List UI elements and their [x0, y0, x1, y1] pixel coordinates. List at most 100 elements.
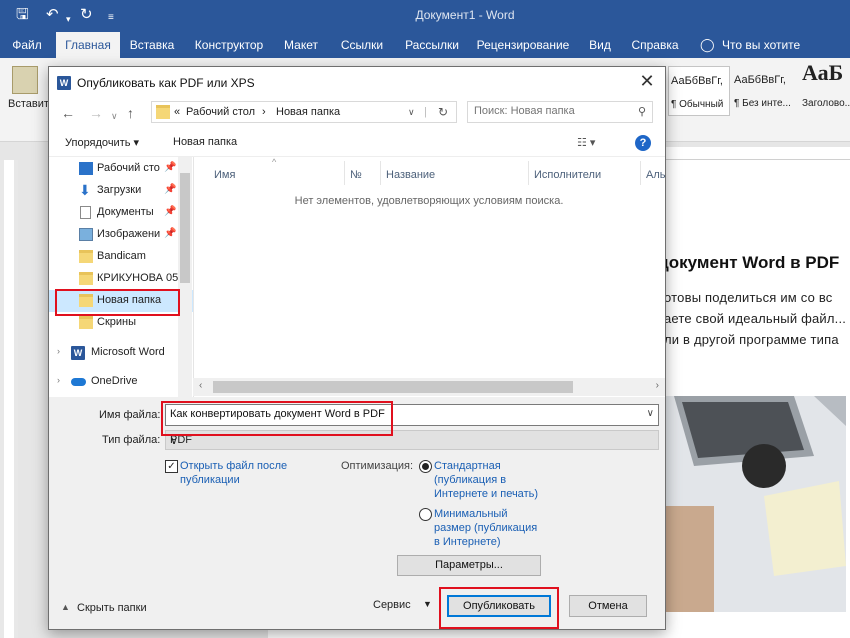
- tab-layout[interactable]: Макет: [278, 32, 324, 58]
- recent-dropdown-icon[interactable]: ∨: [111, 108, 118, 124]
- tools-button[interactable]: Сервис: [373, 599, 411, 611]
- tab-review[interactable]: Рецензирование: [474, 32, 572, 58]
- scrollbar-thumb[interactable]: [213, 381, 573, 393]
- expand-icon[interactable]: ›: [57, 375, 60, 385]
- chevron-up-icon[interactable]: ▲: [61, 602, 70, 612]
- search-box[interactable]: ⚲: [467, 101, 653, 123]
- optimize-standard-radio[interactable]: [419, 460, 432, 473]
- tab-references[interactable]: Ссылки: [334, 32, 390, 58]
- file-name-label: Имя файла:: [99, 409, 161, 421]
- open-after-publish-checkbox[interactable]: ✓: [165, 460, 178, 473]
- nav-item-label: Новая папка: [97, 294, 162, 306]
- style-preview: АаБбВвГг,: [671, 75, 723, 87]
- pin-icon: 📌: [164, 206, 177, 217]
- options-button[interactable]: Параметры...: [397, 555, 541, 576]
- nav-item-pictures[interactable]: Изображени 📌: [49, 224, 193, 246]
- tab-help[interactable]: Справка: [626, 32, 684, 58]
- organize-button[interactable]: Упорядочить ▾: [65, 136, 139, 149]
- optimize-minimal-label[interactable]: Минимальный: [434, 508, 507, 520]
- document-image[interactable]: [664, 396, 846, 612]
- optimize-minimal-radio[interactable]: [419, 508, 432, 521]
- nav-item-screenshots[interactable]: Скрины: [49, 312, 193, 334]
- column-divider[interactable]: [380, 161, 381, 185]
- file-name-input[interactable]: [170, 408, 640, 420]
- back-icon[interactable]: ←: [61, 105, 75, 121]
- open-after-publish-label[interactable]: Открыть файл после: [180, 460, 287, 472]
- search-input[interactable]: [474, 105, 629, 117]
- file-type-select[interactable]: PDF ∨: [165, 430, 659, 450]
- tab-mailings[interactable]: Рассылки: [400, 32, 464, 58]
- breadcrumb-separator[interactable]: ›: [262, 106, 266, 118]
- breadcrumb-overflow[interactable]: «: [174, 106, 180, 118]
- breadcrumb-new-folder[interactable]: Новая папка: [276, 106, 340, 118]
- refresh-icon[interactable]: ↻: [438, 105, 448, 119]
- publish-button[interactable]: Опубликовать: [447, 595, 551, 617]
- optimize-minimal-label-2[interactable]: размер (публикация: [434, 522, 537, 534]
- view-options-icon[interactable]: ☷ ▾: [577, 136, 595, 149]
- nav-item-bandicam[interactable]: Bandicam: [49, 246, 193, 268]
- nav-item-label: Рабочий сто: [97, 162, 160, 174]
- style-normal[interactable]: АаБбВвГг, ¶ Обычный: [668, 66, 730, 116]
- optimize-standard-label[interactable]: Стандартная: [434, 460, 501, 472]
- tab-insert[interactable]: Вставка: [124, 32, 180, 58]
- tools-dropdown-icon[interactable]: ▼: [423, 599, 432, 609]
- tell-me-box[interactable]: Что вы хотите сделать?: [722, 32, 850, 78]
- nav-item-label: Bandicam: [97, 250, 146, 262]
- chevron-down-icon[interactable]: ∨: [647, 408, 654, 419]
- divider: |: [424, 106, 427, 118]
- file-type-label: Тип файла:: [102, 434, 161, 446]
- expand-icon[interactable]: ›: [57, 346, 60, 356]
- nav-item-label: Скрины: [97, 316, 136, 328]
- column-header-number[interactable]: №: [350, 169, 362, 181]
- nav-item-new-folder[interactable]: Новая папка: [49, 290, 193, 312]
- column-header-name[interactable]: Имя: [214, 169, 235, 181]
- column-header-album[interactable]: Аль: [646, 169, 666, 181]
- file-name-combobox[interactable]: ∨: [165, 404, 659, 426]
- tab-home[interactable]: Главная: [56, 32, 120, 58]
- nav-item-documents[interactable]: Документы 📌: [49, 202, 193, 224]
- nav-item-microsoft-word[interactable]: › W Microsoft Word: [49, 342, 193, 364]
- close-icon[interactable]: ✕: [637, 71, 657, 92]
- cancel-button[interactable]: Отмена: [569, 595, 647, 617]
- nav-pane-scrollbar[interactable]: [178, 157, 192, 397]
- new-folder-button[interactable]: Новая папка: [173, 136, 237, 148]
- scroll-right-icon[interactable]: ›: [656, 380, 659, 391]
- scroll-left-icon[interactable]: ‹: [199, 380, 202, 391]
- column-divider[interactable]: [344, 161, 345, 185]
- style-heading1[interactable]: АаБ Заголово...: [802, 60, 850, 116]
- nav-item-desktop[interactable]: Рабочий сто 📌: [49, 158, 193, 180]
- optimize-standard-label-2[interactable]: (публикация в: [434, 474, 506, 486]
- nav-item-downloads[interactable]: ⬇ Загрузки 📌: [49, 180, 193, 202]
- nav-item-label: КРИКУНОВА 05: [97, 272, 179, 284]
- tab-design[interactable]: Конструктор: [190, 32, 268, 58]
- tab-file[interactable]: Файл: [0, 32, 54, 58]
- document-heading: документ Word в PDF: [658, 253, 840, 272]
- open-after-publish-label-2[interactable]: публикации: [180, 474, 240, 486]
- address-bar[interactable]: « Рабочий стол › Новая папка ∨ | ↻: [151, 101, 457, 123]
- forward-icon[interactable]: →: [89, 105, 103, 121]
- scrollbar-thumb[interactable]: [180, 173, 190, 283]
- column-header-artists[interactable]: Исполнители: [534, 169, 601, 181]
- folder-icon: [79, 250, 93, 263]
- column-header-title[interactable]: Название: [386, 169, 435, 181]
- style-no-spacing[interactable]: АаБбВвГг, ¶ Без инте...: [734, 66, 796, 116]
- up-icon[interactable]: ↑: [127, 105, 134, 121]
- address-dropdown-icon[interactable]: ∨: [408, 107, 415, 118]
- column-divider[interactable]: [528, 161, 529, 185]
- chevron-down-icon[interactable]: ∨: [170, 434, 654, 447]
- optimize-standard-label-3[interactable]: Интернете и печать): [434, 488, 538, 500]
- nav-item-onedrive[interactable]: › OneDrive: [49, 371, 193, 393]
- nav-item-krikunova[interactable]: КРИКУНОВА 05: [49, 268, 193, 290]
- search-icon[interactable]: ⚲: [638, 105, 646, 118]
- optimize-minimal-label-3[interactable]: в Интернете): [434, 536, 501, 548]
- column-divider[interactable]: [640, 161, 641, 185]
- vertical-ruler: [0, 160, 18, 638]
- horizontal-scrollbar[interactable]: ‹ ›: [193, 378, 665, 396]
- hide-folders-button[interactable]: Скрыть папки: [77, 602, 147, 614]
- lightbulb-icon: ◯: [700, 37, 715, 52]
- breadcrumb-desktop[interactable]: Рабочий стол: [186, 106, 255, 118]
- horizontal-ruler: [664, 147, 850, 160]
- paste-icon[interactable]: [12, 66, 38, 94]
- tab-view[interactable]: Вид: [582, 32, 618, 58]
- help-icon[interactable]: ?: [635, 135, 651, 151]
